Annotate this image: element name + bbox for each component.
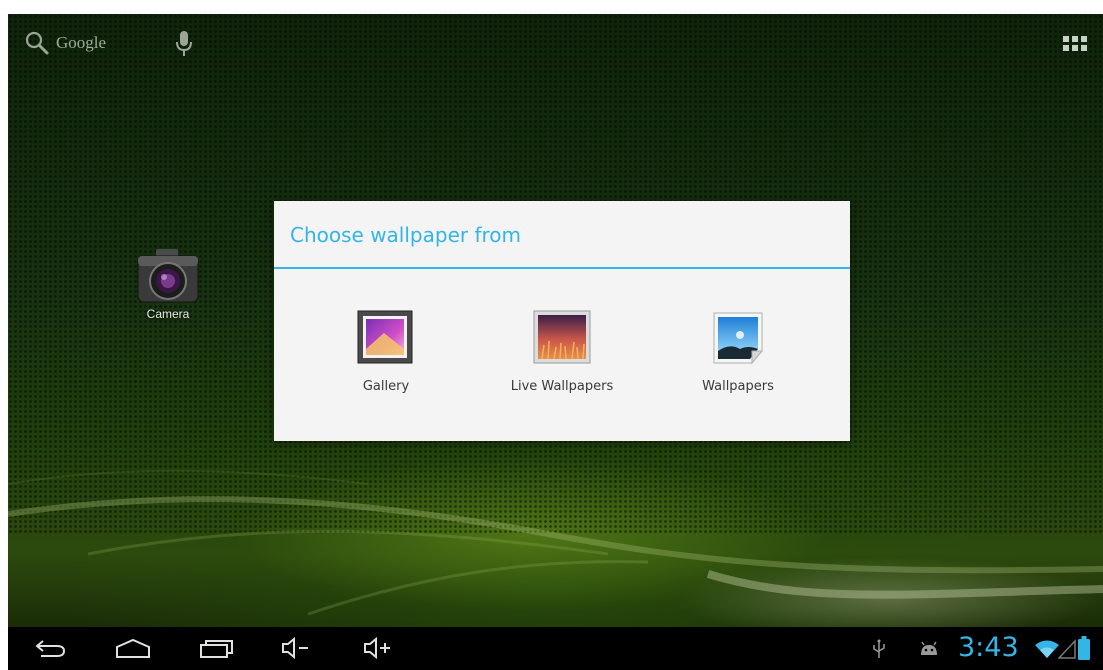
back-icon (35, 640, 66, 657)
usb-icon (873, 639, 885, 658)
camera-icon (137, 249, 199, 303)
google-search-bar[interactable]: Google (24, 30, 106, 56)
navigation-bar: 3:43 (8, 627, 1103, 670)
search-hint: Google (56, 33, 107, 52)
back-button[interactable] (30, 633, 70, 663)
recent-apps-button[interactable] (196, 633, 238, 663)
app-label: Camera (146, 307, 190, 321)
wifi-icon (1035, 640, 1059, 658)
recent-apps-icon (200, 640, 233, 658)
android-debug-icon (921, 641, 937, 655)
all-apps-icon[interactable] (1063, 36, 1087, 52)
home-icon (116, 638, 150, 658)
option-live-wallpapers[interactable]: Live Wallpapers (472, 305, 652, 394)
signal-icon (1058, 639, 1076, 659)
volume-down-button[interactable] (278, 633, 314, 663)
volume-up-icon (364, 637, 390, 659)
dialog-title: Choose wallpaper from (290, 223, 521, 247)
choose-wallpaper-dialog: Choose wallpaper from Gallery Live Wallp… (274, 201, 850, 441)
option-gallery[interactable]: Gallery (296, 305, 476, 394)
volume-down-icon (282, 637, 308, 659)
home-button[interactable] (112, 633, 154, 663)
live-wallpapers-icon (533, 310, 591, 364)
option-label: Live Wallpapers (510, 379, 614, 394)
battery-icon (1078, 636, 1090, 660)
volume-up-button[interactable] (360, 633, 396, 663)
dialog-divider (274, 267, 850, 269)
microphone-icon[interactable] (174, 30, 194, 58)
option-wallpapers[interactable]: Wallpapers (648, 305, 828, 394)
option-label: Gallery (362, 379, 410, 394)
wallpapers-icon (713, 312, 764, 365)
option-label: Wallpapers (702, 379, 774, 394)
gallery-icon (357, 310, 413, 364)
status-clock: 3:43 (958, 632, 1019, 663)
app-shortcut-camera[interactable]: Camera (128, 247, 208, 321)
search-icon (25, 31, 49, 55)
